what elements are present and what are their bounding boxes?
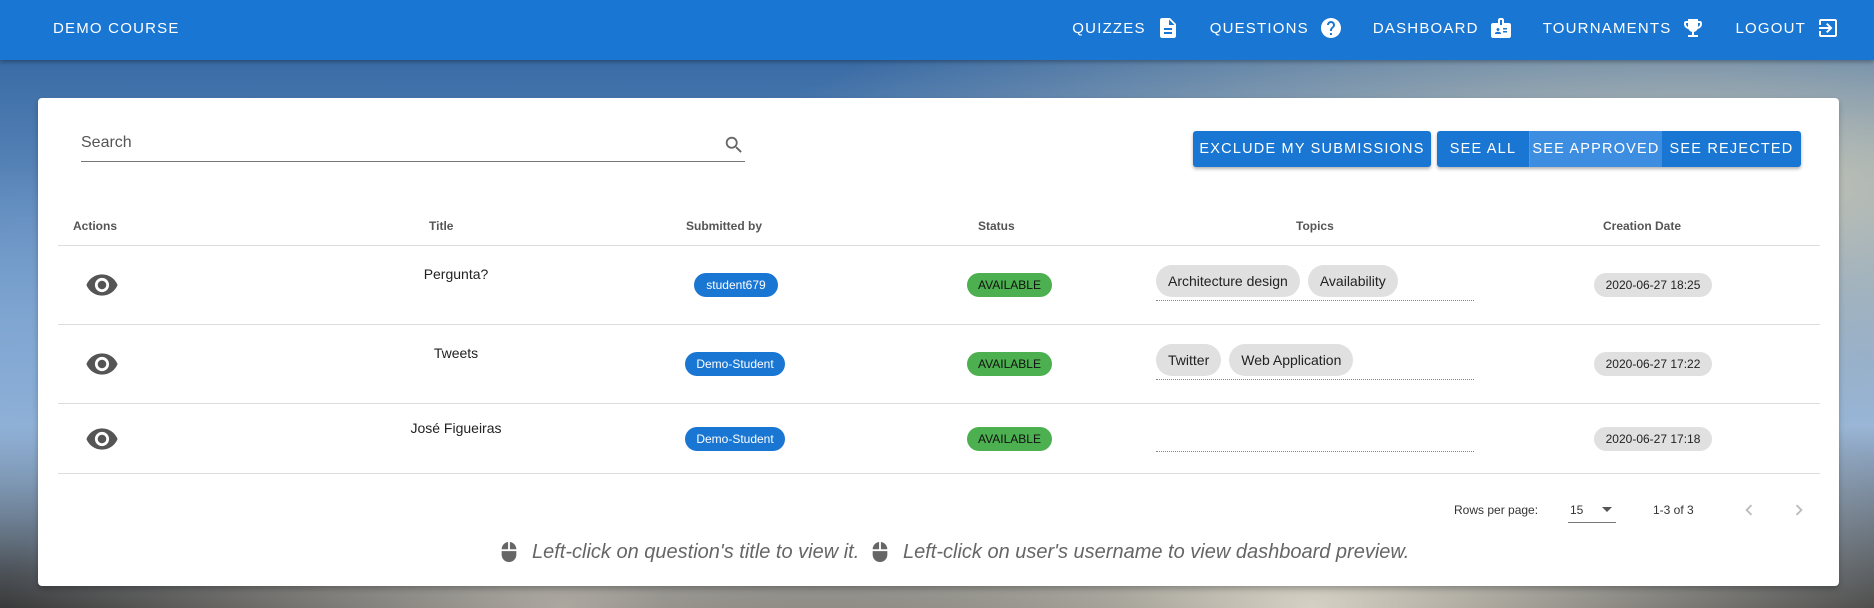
top-app-bar: DEMO COURSE QUIZZES QUESTIONS DASHBOARD … [0, 0, 1874, 60]
course-title[interactable]: DEMO COURSE [53, 20, 180, 37]
rows-per-page-value: 15 [1570, 502, 1584, 517]
topic-chip[interactable]: Architecture design [1156, 264, 1300, 297]
nav-logout[interactable]: LOGOUT [1735, 16, 1840, 40]
filter-toggle-group: SEE ALL SEE APPROVED SEE REJECTED [1437, 131, 1801, 167]
title-hint-text: Left-click on question's title to view i… [532, 540, 860, 563]
question-title[interactable]: José Figueiras [356, 420, 556, 436]
creation-date-chip: 2020-06-27 17:18 [1594, 427, 1712, 451]
question-title[interactable]: Pergunta? [356, 266, 556, 282]
see-rejected-button[interactable]: SEE REJECTED [1662, 131, 1801, 167]
nav-tournaments[interactable]: TOURNAMENTS [1543, 16, 1706, 40]
nav-quizzes-label: QUIZZES [1072, 19, 1146, 37]
nav-dashboard-label: DASHBOARD [1372, 19, 1479, 37]
topics-field[interactable]: Architecture design Availability [1156, 261, 1474, 301]
submitter-chip[interactable]: Demo-Student [685, 352, 785, 376]
nav-dashboard[interactable]: DASHBOARD [1373, 16, 1513, 40]
creation-date-chip: 2020-06-27 17:22 [1594, 352, 1712, 376]
account-card-icon [1490, 18, 1511, 38]
header-topics[interactable]: Topics [1296, 219, 1334, 233]
submitter-chip[interactable]: Demo-Student [685, 427, 785, 451]
header-creation-date[interactable]: Creation Date [1603, 219, 1681, 233]
rows-per-page-label: Rows per page: [1454, 503, 1539, 517]
submitter-chip[interactable]: student679 [694, 273, 778, 297]
table-row: José Figueiras Demo-Student AVAILABLE 20… [58, 404, 1820, 474]
user-hint: Left-click on user's username to view da… [869, 540, 1409, 564]
header-submitted-by[interactable]: Submitted by [686, 219, 762, 233]
eye-icon[interactable] [85, 422, 119, 456]
rows-per-page-select[interactable]: 15 [1568, 497, 1616, 523]
topics-field[interactable] [1156, 418, 1474, 452]
header-status[interactable]: Status [978, 219, 1015, 233]
table-pagination: Rows per page: 15 1-3 of 3 [38, 495, 1839, 525]
chevron-right-icon[interactable] [1788, 499, 1810, 521]
usage-hints: Left-click on question's title to view i… [38, 538, 1839, 568]
topic-chip[interactable]: Web Application [1229, 343, 1354, 376]
header-actions[interactable]: Actions [73, 219, 117, 233]
search-input[interactable] [81, 128, 701, 158]
table-row: Tweets Demo-Student AVAILABLE Twitter We… [58, 325, 1820, 404]
topics-field[interactable]: Twitter Web Application [1156, 340, 1474, 380]
eye-icon[interactable] [85, 347, 119, 381]
help-circle-icon [1320, 18, 1341, 38]
nav-logout-label: LOGOUT [1735, 19, 1806, 37]
table-header: Actions Title Submitted by Status Topics… [58, 208, 1820, 246]
logout-icon [1819, 19, 1837, 37]
file-document-icon [1159, 18, 1176, 38]
search-icon[interactable] [723, 134, 745, 156]
status-badge: AVAILABLE [967, 427, 1052, 451]
nav-tournaments-label: TOURNAMENTS [1542, 19, 1672, 37]
status-badge: AVAILABLE [967, 352, 1052, 376]
chevron-down-icon [1602, 507, 1612, 512]
questions-table: Actions Title Submitted by Status Topics… [58, 208, 1820, 474]
eye-icon[interactable] [85, 268, 119, 302]
search-field[interactable] [81, 128, 745, 162]
mouse-icon [872, 541, 888, 563]
header-title[interactable]: Title [429, 219, 453, 233]
see-all-button[interactable]: SEE ALL [1437, 131, 1530, 167]
table-row: Pergunta? student679 AVAILABLE Architect… [58, 246, 1820, 325]
nav-questions[interactable]: QUESTIONS [1210, 16, 1343, 40]
creation-date-chip: 2020-06-27 18:25 [1594, 273, 1712, 297]
status-badge: AVAILABLE [967, 273, 1052, 297]
questions-card: EXCLUDE MY SUBMISSIONS SEE ALL SEE APPRO… [38, 98, 1839, 586]
see-approved-button[interactable]: SEE APPROVED [1530, 131, 1662, 167]
title-hint: Left-click on question's title to view i… [498, 540, 859, 564]
main-nav: QUIZZES QUESTIONS DASHBOARD TOURNAMENTS … [1042, 0, 1840, 56]
mouse-icon [501, 541, 517, 563]
topic-chip[interactable]: Twitter [1156, 343, 1222, 376]
nav-quizzes[interactable]: QUIZZES [1072, 16, 1179, 40]
page-range: 1-3 of 3 [1653, 503, 1694, 517]
chevron-left-icon[interactable] [1738, 499, 1760, 521]
exclude-my-submissions-button[interactable]: EXCLUDE MY SUBMISSIONS [1193, 131, 1431, 167]
topic-chip[interactable]: Availability [1307, 264, 1398, 297]
trophy-icon [1684, 19, 1703, 37]
question-title[interactable]: Tweets [356, 345, 556, 361]
nav-questions-label: QUESTIONS [1209, 19, 1309, 37]
user-hint-text: Left-click on user's username to view da… [903, 540, 1410, 563]
